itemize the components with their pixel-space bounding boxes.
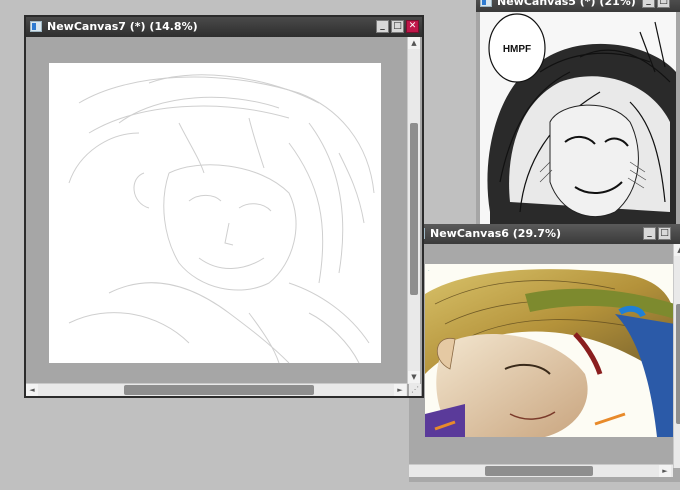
maximize-button[interactable]: □ xyxy=(658,227,671,240)
speech-bubble-text: HMPF xyxy=(503,44,531,55)
horizontal-scrollbar[interactable]: ◄ ► xyxy=(26,383,407,396)
resize-grip-icon[interactable]: ⋰ xyxy=(409,384,421,396)
canvas-document-icon xyxy=(480,0,492,7)
manga-illustration: HMPF xyxy=(480,12,676,224)
canvas-window-7[interactable]: NewCanvas7 (*) (14.8%) _ □ ✕ ▲ ▼ ◄ ► ⋰ xyxy=(24,15,424,398)
canvas-document-icon xyxy=(30,21,42,32)
vertical-scrollbar[interactable]: ▲ ▼ xyxy=(407,37,420,384)
canvas-window-5-titlebar[interactable]: NewCanvas5 (*) (21%) _ □ xyxy=(476,0,680,12)
canvas-window-7-title: NewCanvas7 (*) (14.8%) xyxy=(47,20,198,33)
minimize-button[interactable]: _ xyxy=(642,0,655,8)
color-illustration: · xyxy=(425,264,675,437)
arrow-down-icon[interactable]: ▼ xyxy=(408,371,420,383)
canvas-artwork-color[interactable]: · xyxy=(425,264,675,437)
horizontal-scrollbar[interactable]: ► xyxy=(409,464,673,477)
scrollbar-thumb[interactable] xyxy=(485,466,593,476)
minimize-button[interactable]: _ xyxy=(643,227,656,240)
maximize-button[interactable]: □ xyxy=(391,20,404,33)
minimize-button[interactable]: _ xyxy=(376,20,389,33)
canvas-window-6[interactable]: NewCanvas6 (29.7%) _ □ · ▲ ► xyxy=(409,224,680,482)
arrow-up-icon[interactable]: ▲ xyxy=(674,244,680,256)
arrow-left-icon[interactable]: ◄ xyxy=(26,384,38,396)
canvas-artwork-manga[interactable]: HMPF xyxy=(480,12,676,224)
canvas-window-7-titlebar[interactable]: NewCanvas7 (*) (14.8%) _ □ ✕ xyxy=(26,17,422,37)
scrollbar-thumb[interactable] xyxy=(410,123,418,295)
sketch-illustration xyxy=(49,63,381,363)
close-button[interactable]: ✕ xyxy=(406,20,419,33)
vertical-scrollbar[interactable]: ▲ xyxy=(673,244,680,468)
canvas-window-5[interactable]: NewCanvas5 (*) (21%) _ □ HMPF xyxy=(476,0,680,232)
canvas-window-5-title: NewCanvas5 (*) (21%) xyxy=(497,0,636,8)
maximize-button[interactable]: □ xyxy=(657,0,670,8)
canvas-window-6-titlebar[interactable]: NewCanvas6 (29.7%) _ □ xyxy=(409,224,680,244)
arrow-right-icon[interactable]: ► xyxy=(394,384,406,396)
arrow-right-icon[interactable]: ► xyxy=(659,465,671,477)
scrollbar-thumb[interactable] xyxy=(676,304,680,424)
canvas-window-6-title: NewCanvas6 (29.7%) xyxy=(430,227,561,240)
canvas-sketch[interactable] xyxy=(49,63,381,363)
scrollbar-thumb[interactable] xyxy=(124,385,314,395)
arrow-up-icon[interactable]: ▲ xyxy=(408,37,420,49)
